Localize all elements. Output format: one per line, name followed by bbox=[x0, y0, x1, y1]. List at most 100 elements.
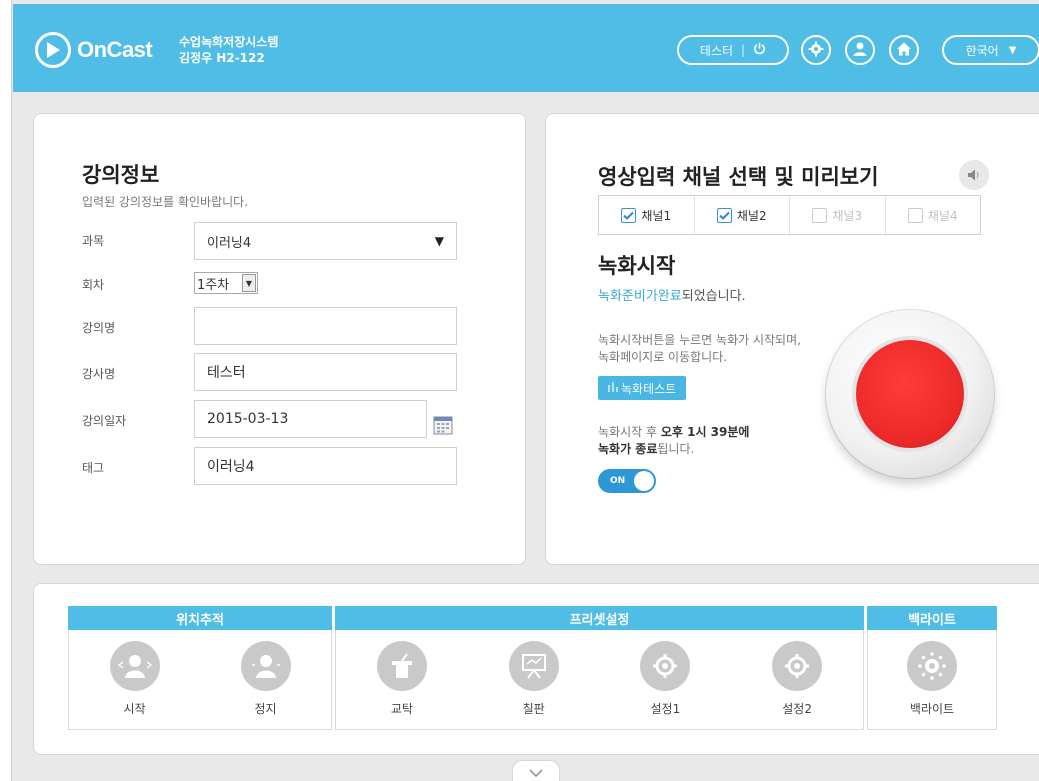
channel-option-1[interactable]: 채널1 bbox=[599, 196, 695, 234]
backlight-icon bbox=[907, 641, 957, 691]
control-panel: 위치추적 시작 정지 프리셋설정 교탁 칠판 설정1 설정2 백라이트 백라이트 bbox=[33, 583, 1039, 755]
checkbox-empty-icon bbox=[812, 207, 828, 223]
checkbox-empty-icon bbox=[907, 207, 923, 223]
preset-group: 프리셋설정 교탁 칠판 설정1 설정2 bbox=[335, 606, 864, 730]
channel-label: 채널3 bbox=[832, 208, 863, 223]
tracking-group: 위치추적 시작 정지 bbox=[68, 606, 332, 730]
date-label: 강의일자 bbox=[82, 414, 127, 428]
tracking-start-button[interactable]: 시작 bbox=[95, 641, 175, 717]
checkbox-checked-icon bbox=[621, 207, 637, 223]
lecture-info-subtitle: 입력된 강의정보를 확인바랍니다. bbox=[82, 195, 249, 209]
tracking-title: 위치추적 bbox=[68, 606, 332, 630]
session-select[interactable]: 1주차 ▼ bbox=[194, 272, 258, 294]
caret-down-icon: ▼ bbox=[242, 274, 256, 292]
tag-value: 이러닝4 bbox=[207, 459, 255, 475]
date-value: 2015-03-13 bbox=[207, 411, 289, 427]
window-left-edge bbox=[0, 0, 12, 781]
home-button[interactable] bbox=[889, 35, 919, 65]
preset-title: 프리셋설정 bbox=[335, 606, 864, 630]
equalizer-icon bbox=[608, 381, 618, 395]
top-bar: OnCast 수업녹화저장시스템 김정우 H2-122 테스터 | 한국어 ▼ bbox=[13, 4, 1039, 92]
channel-option-2[interactable]: 채널2 bbox=[695, 196, 790, 234]
tag-label: 태그 bbox=[82, 461, 105, 475]
channel-selector: 채널1 채널2 채널3 채널4 bbox=[598, 195, 981, 235]
blackboard-icon bbox=[508, 641, 559, 691]
subject-select[interactable]: 이러닝4 ▼ bbox=[194, 222, 457, 260]
record-title: 녹화시작 bbox=[598, 254, 676, 278]
calendar-icon[interactable] bbox=[433, 415, 453, 435]
gear-icon bbox=[808, 41, 824, 60]
preset-setting2-button[interactable]: 설정2 bbox=[757, 641, 837, 717]
end-info-prefix: 녹화시작 후 bbox=[598, 425, 661, 439]
toggle-label: ON bbox=[610, 476, 626, 486]
toggle-knob bbox=[634, 471, 654, 491]
collapse-toggle[interactable] bbox=[512, 760, 560, 781]
record-test-button[interactable]: 녹화테스트 bbox=[598, 376, 687, 400]
record-end-info: 녹화시작 후 오후 1시 39분에 녹화가 종료됩니다. bbox=[598, 424, 749, 458]
speaker-icon[interactable] bbox=[959, 160, 989, 190]
gear-icon bbox=[640, 641, 691, 691]
tracking-stop-button[interactable]: 정지 bbox=[226, 641, 306, 717]
preset-podium-button[interactable]: 교탁 bbox=[362, 641, 442, 717]
record-status: 녹화준비가완료되었습니다. bbox=[598, 285, 746, 304]
auto-end-toggle[interactable]: ON bbox=[598, 469, 656, 493]
preset-board-button[interactable]: 칠판 bbox=[494, 641, 574, 717]
subject-value: 이러닝4 bbox=[207, 235, 252, 251]
channel-label: 채널2 bbox=[736, 208, 767, 223]
channel-option-4[interactable]: 채널4 bbox=[886, 196, 981, 234]
channel-option-3[interactable]: 채널3 bbox=[790, 196, 886, 234]
language-select[interactable]: 한국어 ▼ bbox=[942, 35, 1039, 65]
instructor-value: 테스터 bbox=[207, 365, 246, 381]
lecture-info-title: 강의정보 bbox=[82, 163, 160, 187]
chevron-down-icon bbox=[529, 762, 543, 781]
user-logout-button[interactable]: 테스터 | bbox=[677, 35, 789, 65]
channel-label: 채널1 bbox=[641, 208, 672, 223]
tool-label: 백라이트 bbox=[909, 702, 955, 716]
user-icon bbox=[852, 41, 868, 60]
record-status-highlight: 녹화준비가완료 bbox=[598, 289, 682, 304]
record-description: 녹화시작버튼을 누르면 녹화가 시작되며, 녹화페이지로 이동합니다. bbox=[598, 332, 801, 366]
tool-label: 설정1 bbox=[650, 702, 681, 716]
app-name: OnCast bbox=[77, 37, 153, 62]
record-desc-line2: 녹화페이지로 이동합니다. bbox=[598, 350, 728, 364]
lecture-name-label: 강의명 bbox=[82, 321, 116, 335]
podium-icon bbox=[376, 641, 427, 691]
backlight-button[interactable]: 백라이트 bbox=[892, 641, 972, 717]
gear-icon bbox=[772, 641, 823, 691]
settings-button[interactable] bbox=[801, 35, 831, 65]
instructor-input[interactable]: 테스터 bbox=[194, 353, 457, 391]
date-input[interactable]: 2015-03-13 bbox=[194, 400, 427, 438]
video-record-panel: 영상입력 채널 선택 및 미리보기 채널1 채널2 채널3 채널4 녹화시작 녹… bbox=[545, 113, 1039, 565]
record-test-label: 녹화테스트 bbox=[621, 381, 677, 396]
end-time: 오후 1시 39분에 bbox=[660, 425, 750, 439]
play-icon bbox=[35, 32, 71, 68]
profile-button[interactable] bbox=[845, 35, 875, 65]
record-start-button[interactable] bbox=[826, 310, 994, 478]
end-info-suffix: 됩니다. bbox=[657, 442, 695, 456]
tool-label: 칠판 bbox=[522, 702, 545, 716]
instructor-label: 강사명 bbox=[82, 367, 116, 381]
lecture-name-input[interactable] bbox=[194, 307, 457, 345]
tracking-start-icon bbox=[109, 641, 160, 691]
system-info: 수업녹화저장시스템 김정우 H2-122 bbox=[179, 34, 278, 66]
record-status-text: 되었습니다. bbox=[681, 289, 746, 304]
tag-input[interactable]: 이러닝4 bbox=[194, 447, 457, 485]
tool-label: 교탁 bbox=[390, 702, 413, 716]
subject-label: 과목 bbox=[82, 234, 105, 248]
tool-label: 설정2 bbox=[782, 702, 812, 716]
caret-down-icon: ▼ bbox=[1008, 44, 1017, 56]
caret-down-icon: ▼ bbox=[434, 234, 444, 248]
record-circle-icon bbox=[856, 340, 964, 448]
record-desc-line1: 녹화시작버튼을 누르면 녹화가 시작되며, bbox=[598, 333, 801, 347]
backlight-group: 백라이트 백라이트 bbox=[867, 606, 997, 730]
tool-label: 정지 bbox=[254, 702, 277, 716]
checkbox-checked-icon bbox=[716, 207, 732, 223]
tool-label: 시작 bbox=[123, 702, 146, 716]
tracking-stop-icon bbox=[240, 641, 291, 691]
preset-setting1-button[interactable]: 설정1 bbox=[625, 641, 705, 717]
home-icon bbox=[896, 41, 912, 60]
backlight-title: 백라이트 bbox=[867, 606, 997, 630]
video-title: 영상입력 채널 선택 및 미리보기 bbox=[598, 165, 879, 189]
power-icon bbox=[753, 42, 766, 58]
system-name: 수업녹화저장시스템 bbox=[179, 35, 279, 49]
